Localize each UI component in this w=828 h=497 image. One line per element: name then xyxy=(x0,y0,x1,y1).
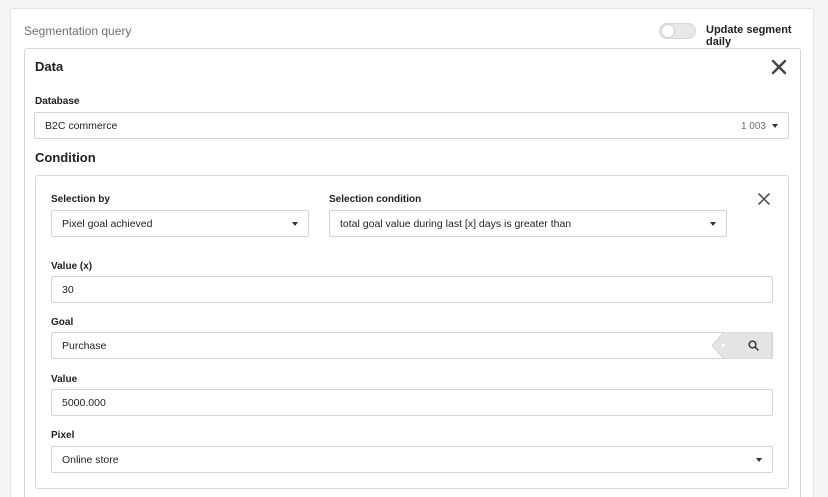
caret-down-icon xyxy=(292,222,298,226)
value-text: 5000.000 xyxy=(62,396,106,409)
toggle-knob xyxy=(661,24,675,38)
caret-down-icon xyxy=(710,222,716,226)
pixel-label: Pixel xyxy=(51,430,75,441)
data-title: Data xyxy=(35,59,64,74)
value-input[interactable]: 5000.000 xyxy=(51,389,773,416)
database-label: Database xyxy=(35,96,80,107)
database-count: 1 003 xyxy=(740,121,766,132)
update-daily-label: Update segment daily xyxy=(706,24,792,48)
pixel-value: Online store xyxy=(62,453,119,466)
data-panel: Data Database B2C commerce 1 003 Conditi… xyxy=(24,48,801,497)
database-select[interactable]: B2C commerce 1 003 xyxy=(34,112,789,139)
selection-condition-label: Selection condition xyxy=(329,194,422,205)
database-value: B2C commerce xyxy=(45,119,118,132)
section-title: Segmentation query xyxy=(24,24,132,38)
selection-by-label: Selection by xyxy=(51,194,110,205)
condition-title: Condition xyxy=(35,150,96,165)
selection-condition-select[interactable]: total goal value during last [x] days is… xyxy=(329,210,727,237)
close-icon[interactable] xyxy=(769,57,789,77)
selection-by-value: Pixel goal achieved xyxy=(62,217,153,230)
close-icon[interactable] xyxy=(756,191,772,207)
value-x-text: 30 xyxy=(62,283,74,296)
value-x-input[interactable]: 30 xyxy=(51,276,773,303)
update-daily-toggle[interactable] xyxy=(659,23,696,39)
value-label: Value xyxy=(51,374,78,385)
caret-down-icon xyxy=(772,124,778,128)
selection-condition-value: total goal value during last [x] days is… xyxy=(340,217,572,230)
goal-text: Purchase xyxy=(62,339,107,352)
search-button[interactable] xyxy=(712,332,772,359)
goal-label: Goal xyxy=(51,317,74,328)
caret-down-icon xyxy=(756,458,762,462)
segmentation-query-card: Segmentation query Update segment daily … xyxy=(10,8,814,497)
value-x-label: Value (x) xyxy=(51,261,93,272)
goal-input[interactable]: Purchase xyxy=(51,332,773,359)
condition-box: Selection by Pixel goal achieved Selecti… xyxy=(35,175,789,489)
pixel-select[interactable]: Online store xyxy=(51,446,773,473)
selection-by-select[interactable]: Pixel goal achieved xyxy=(51,210,309,237)
